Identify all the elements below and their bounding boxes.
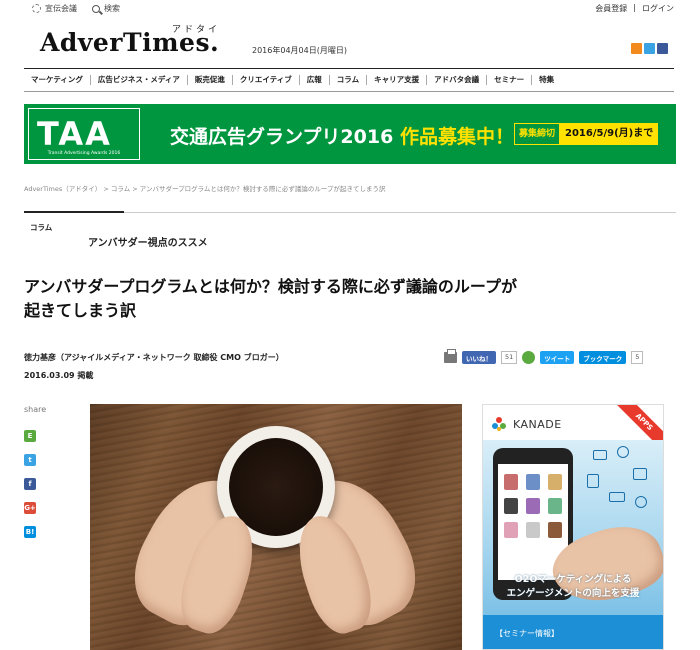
sidebar-ad[interactable]: KANADE APPS O2Oマーケティングによる エンゲージメントの向上を支援… xyxy=(482,404,664,650)
ad-header: KANADE APPS xyxy=(483,405,663,452)
publisher-link-label: 宣伝会議 xyxy=(45,4,77,13)
taa-logo-letters: TAA xyxy=(37,115,112,153)
nav-adbata-meeting[interactable]: アドバタ会議 xyxy=(427,75,488,85)
product-thumb xyxy=(504,498,518,514)
share-buttons: いいね！ 51 ツイート ブックマーク 5 xyxy=(444,349,644,364)
taa-logo-sub: Transit Advertising Awards 2016 xyxy=(47,151,121,156)
deadline-date: 2016/5/9(月)まで xyxy=(560,123,659,145)
search-link[interactable]: 検索 xyxy=(92,3,120,14)
kanade-logo-icon xyxy=(492,417,506,431)
tweet-button-label: ツイート xyxy=(544,354,571,363)
product-thumb xyxy=(526,474,540,490)
evernote-icon[interactable]: E xyxy=(24,430,36,442)
account-separator: | xyxy=(633,3,636,12)
ad-footer[interactable]: 【セミナー情報】 xyxy=(483,615,663,649)
article-title-line2: 起きてしまう訳 xyxy=(24,301,137,320)
product-thumb xyxy=(548,498,562,514)
clock-icon xyxy=(617,446,629,458)
mail-icon xyxy=(593,450,607,460)
publisher-link[interactable]: 宣伝会議 xyxy=(32,3,77,14)
awards-banner[interactable]: TAA Transit Advertising Awards 2016 交通広告… xyxy=(24,104,676,164)
product-thumb xyxy=(526,522,540,538)
banner-headline-main: 交通広告グランプリ2016 xyxy=(170,126,394,148)
nav-creative[interactable]: クリエイティブ xyxy=(233,75,300,85)
tweet-button[interactable]: ツイート xyxy=(540,351,575,364)
user-icon xyxy=(635,496,647,508)
article-title: アンバサダープログラムとは何か？検討する際に必ず議論のループが 起きてしまう訳 xyxy=(24,275,604,323)
nav-seminar[interactable]: セミナー xyxy=(487,75,533,85)
taa-logo: TAA Transit Advertising Awards 2016 xyxy=(28,108,140,160)
nav-marketing[interactable]: マーケティング xyxy=(24,75,91,85)
header-date: 2016年04月04日(月曜日) xyxy=(252,46,347,55)
deadline-label: 募集締切 xyxy=(514,123,561,145)
ad-logo: KANADE xyxy=(513,418,562,431)
product-thumb xyxy=(526,498,540,514)
product-thumb xyxy=(548,522,562,538)
product-thumb xyxy=(548,474,562,490)
ad-caption-line1: O2Oマーケティングによる xyxy=(514,574,632,585)
section-divider-accent xyxy=(24,211,124,213)
cart-icon xyxy=(633,468,647,480)
series-name[interactable]: アンバサダー視点のススメ xyxy=(88,234,208,249)
site-logo-kana: アドタイ xyxy=(172,25,221,35)
article-title-line1: アンバサダープログラムとは何か？検討する際に必ず議論のループが xyxy=(24,277,517,296)
section-label[interactable]: コラム xyxy=(30,222,52,233)
share-label: share xyxy=(24,405,47,414)
twitter-icon[interactable]: t xyxy=(24,454,36,466)
hatena-count: 5 xyxy=(631,351,644,364)
article-date: 2016.03.09 掲載 xyxy=(24,371,94,380)
print-icon[interactable] xyxy=(444,349,457,363)
ad-footer-label: 【セミナー情報】 xyxy=(495,629,559,638)
nav-column[interactable]: コラム xyxy=(330,75,368,85)
twitter-icon[interactable] xyxy=(644,43,655,54)
nav-pr[interactable]: 広報 xyxy=(300,75,330,85)
facebook-icon[interactable] xyxy=(657,43,668,54)
account-links: 会員登録 | ログイン xyxy=(595,3,674,14)
nav-ad-business-media[interactable]: 広告ビジネス・メディア xyxy=(91,75,188,85)
product-thumb xyxy=(504,522,518,538)
nav-career[interactable]: キャリア支援 xyxy=(367,75,428,85)
location-icon xyxy=(587,474,599,488)
top-utility-bar: 宣伝会議 検索 会員登録 | ログイン xyxy=(0,0,700,18)
hatena-bookmark-button[interactable]: ブックマーク xyxy=(579,351,627,364)
facebook-like-button[interactable]: いいね！ xyxy=(462,351,496,364)
card-icon xyxy=(609,492,625,502)
like-button-label: いいね！ xyxy=(466,354,492,363)
rss-icon[interactable] xyxy=(631,43,642,54)
evernote-icon[interactable] xyxy=(522,351,536,364)
gear-icon xyxy=(32,4,41,13)
banner-headline: 交通広告グランプリ2016 作品募集中！ xyxy=(170,122,514,149)
main-nav: マーケティング 広告ビジネス・メディア 販売促進 クリエイティブ 広報 コラム … xyxy=(24,68,674,92)
facebook-icon[interactable]: f xyxy=(24,478,36,490)
login-link[interactable]: ログイン xyxy=(642,3,674,14)
article-author[interactable]: 徳力基彦（アジャイルメディア・ネットワーク 取締役 CMO ブロガー） xyxy=(24,352,284,363)
nav-sales-promotion[interactable]: 販売促進 xyxy=(188,75,233,85)
register-link[interactable]: 会員登録 xyxy=(595,3,627,14)
banner-deadline: 募集締切 2016/5/9(月)まで xyxy=(514,123,659,145)
banner-headline-highlight: 作品募集中！ xyxy=(399,126,514,148)
nav-special[interactable]: 特集 xyxy=(532,75,561,85)
google-plus-icon[interactable]: G+ xyxy=(24,502,36,514)
product-thumb xyxy=(504,474,518,490)
ad-caption: O2Oマーケティングによる エンゲージメントの向上を支援 xyxy=(483,573,663,601)
search-link-label: 検索 xyxy=(104,4,120,13)
breadcrumb[interactable]: AdverTimes（アドタイ） > コラム > アンバサダープログラムとは何か… xyxy=(24,183,386,193)
search-icon xyxy=(92,4,100,13)
hatena-icon[interactable]: B! xyxy=(24,526,36,538)
hatena-button-label: ブックマーク xyxy=(583,354,623,363)
like-count: 51 xyxy=(501,351,518,364)
article-hero-image xyxy=(90,404,462,650)
header-social-links xyxy=(631,43,668,54)
ad-caption-line2: エンゲージメントの向上を支援 xyxy=(506,588,640,599)
